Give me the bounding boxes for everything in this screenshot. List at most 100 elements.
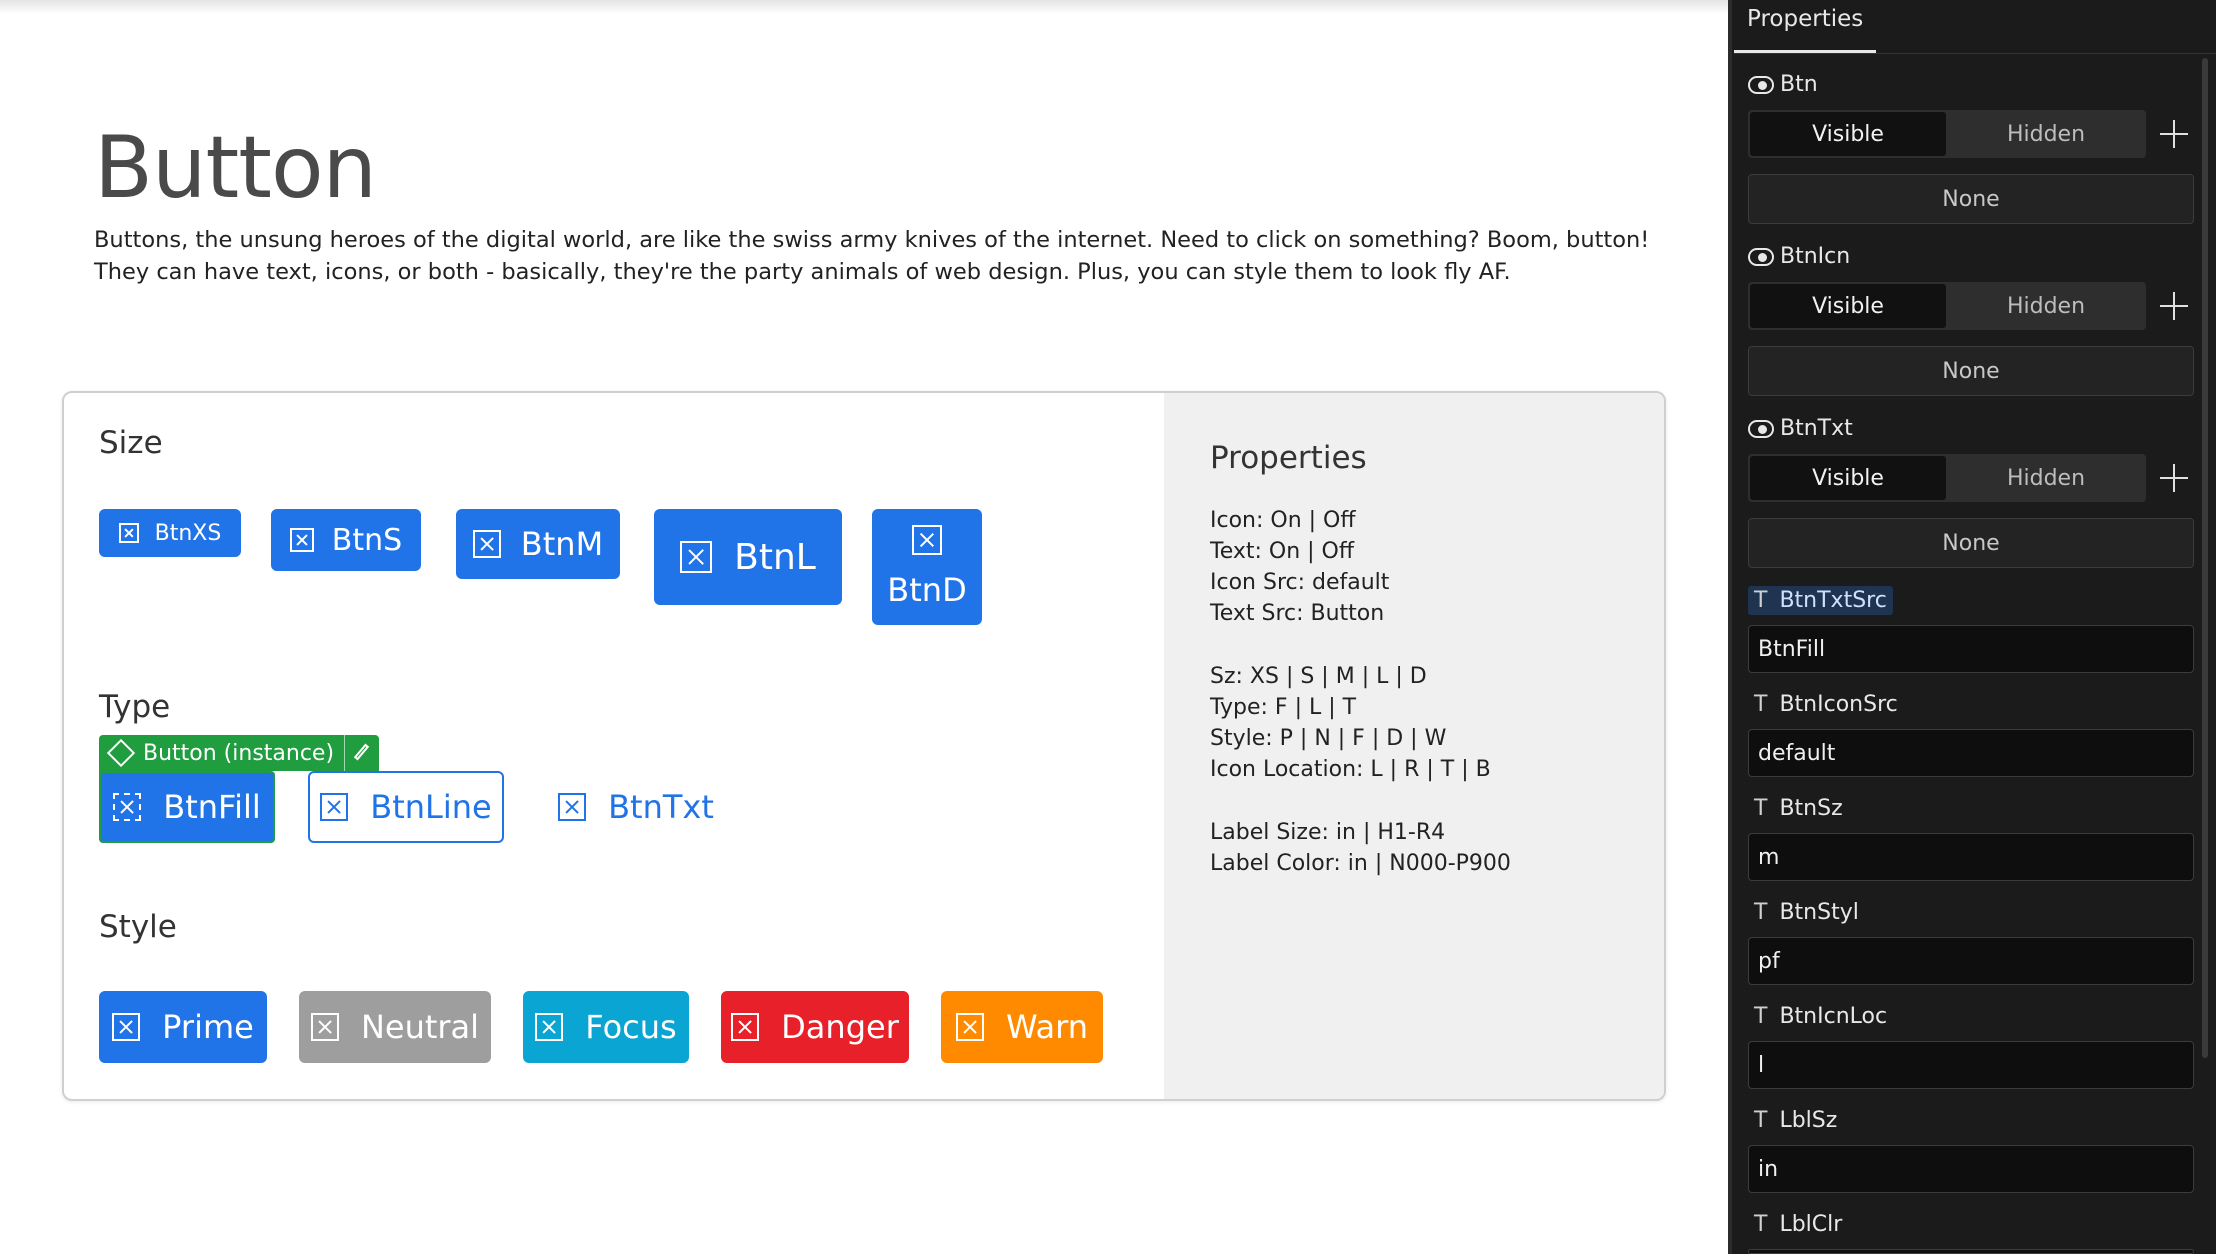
close-box-icon [310, 1013, 339, 1041]
btnstyl-input[interactable]: pf [1748, 937, 2194, 985]
close-box-icon [558, 793, 587, 821]
instance-badge-label: Button (instance) [143, 740, 335, 766]
btn-s-label: BtnS [331, 522, 403, 558]
panel-divider [1734, 53, 2216, 54]
close-box-icon [472, 530, 501, 558]
add-plus-icon[interactable] [2160, 120, 2188, 148]
prop-lblsz-label: T LblSz [1748, 1106, 1843, 1135]
card-properties-list-b: Sz: XS | S | M | L | D Type: F | L | T S… [1210, 661, 1491, 785]
panel-edge [1728, 0, 1732, 1254]
text-type-icon: T [1754, 796, 1768, 821]
prop-btnicn-label: BtnIcn [1748, 244, 1850, 269]
lblclr-input[interactable] [1748, 1249, 2194, 1254]
close-box-icon [535, 1013, 564, 1041]
btn-focus[interactable]: Focus [523, 991, 689, 1063]
visibility-toggle-icon [1748, 75, 1774, 94]
prop-line: Sz: XS | S | M | L | D [1210, 664, 1427, 689]
btn-fill[interactable]: BtnFill [99, 771, 275, 843]
btn-prime[interactable]: Prime [99, 991, 267, 1063]
tab-properties[interactable]: Properties [1747, 6, 1863, 32]
prop-line: Label Size: in | H1-R4 [1210, 820, 1446, 845]
card-properties-list-a: Icon: On | Off Text: On | Off Icon Src: … [1210, 505, 1389, 629]
add-plus-icon[interactable] [2160, 464, 2188, 492]
close-box-icon [731, 1013, 760, 1041]
close-box-icon [955, 1013, 984, 1041]
prop-btn-label: Btn [1748, 72, 1818, 97]
close-box-icon [320, 793, 349, 821]
prop-lblsz-name: LblSz [1779, 1108, 1838, 1133]
page-title: Button [94, 118, 377, 218]
btn-l[interactable]: BtnL [654, 509, 842, 605]
prop-line: Icon Src: default [1210, 570, 1390, 595]
btntxt-binding-field[interactable]: None [1748, 518, 2194, 568]
btn-fill-label: BtnFill [163, 788, 261, 826]
btn-warn-label: Warn [1005, 1008, 1089, 1046]
design-canvas[interactable]: Button Buttons, the unsung heroes of the… [0, 0, 1728, 1254]
btniconsrc-input[interactable]: default [1748, 729, 2194, 777]
properties-panel: Properties Btn Visible Hidden None BtnIc… [1728, 0, 2216, 1254]
prop-btnicnloc-label: T BtnIcnLoc [1748, 1002, 1893, 1031]
btn-line[interactable]: BtnLine [308, 771, 504, 843]
add-plus-icon[interactable] [2160, 292, 2188, 320]
btn-warn[interactable]: Warn [941, 991, 1103, 1063]
btn-s[interactable]: BtnS [271, 509, 421, 571]
prop-btnstyl-name: BtnStyl [1779, 900, 1859, 925]
btntxtsrc-input[interactable]: BtnFill [1748, 625, 2194, 673]
btn-binding-field[interactable]: None [1748, 174, 2194, 224]
btn-d-label: BtnD [887, 571, 967, 609]
prop-btnicnloc-name: BtnIcnLoc [1779, 1004, 1888, 1029]
prop-btniconsrc-label: T BtnIconSrc [1748, 690, 1904, 719]
btn-prime-label: Prime [162, 1008, 254, 1046]
btn-m[interactable]: BtnM [456, 509, 620, 579]
btn-visible-option[interactable]: Visible [1750, 112, 1946, 156]
btnicn-binding-field[interactable]: None [1748, 346, 2194, 396]
card-properties-title: Properties [1210, 440, 1367, 476]
btn-txt[interactable]: BtnTxt [546, 771, 726, 843]
btntxt-hidden-option[interactable]: Hidden [1948, 456, 2144, 500]
btn-danger-label: Danger [781, 1008, 899, 1046]
btntxt-visible-option[interactable]: Visible [1750, 456, 1946, 500]
prop-btnsz-name: BtnSz [1779, 796, 1843, 821]
close-box-icon [112, 1013, 141, 1041]
close-box-icon [680, 541, 713, 573]
prop-btntxt-name: BtnTxt [1780, 416, 1853, 441]
btntxt-visibility-segmented: Visible Hidden [1748, 454, 2146, 502]
edit-pencil-icon[interactable] [344, 735, 379, 771]
btn-neutral[interactable]: Neutral [299, 991, 491, 1063]
btn-d[interactable]: BtnD [872, 509, 982, 625]
canvas-top-shadow [0, 0, 1728, 14]
btnicn-hidden-option[interactable]: Hidden [1948, 284, 2144, 328]
prop-line: Style: P | N | F | D | W [1210, 726, 1447, 751]
prop-btn-name: Btn [1780, 72, 1818, 97]
btn-neutral-label: Neutral [360, 1008, 480, 1046]
btnsz-input[interactable]: m [1748, 833, 2194, 881]
text-type-icon: T [1754, 900, 1768, 925]
size-section-title: Size [99, 425, 163, 461]
close-box-icon [289, 528, 314, 552]
btn-xs[interactable]: BtnXS [99, 509, 241, 557]
visibility-toggle-icon [1748, 419, 1774, 438]
panel-scrollbar[interactable] [2202, 58, 2208, 1058]
btn-hidden-option[interactable]: Hidden [1948, 112, 2144, 156]
component-instance-icon [106, 738, 136, 768]
close-box-icon [912, 525, 942, 555]
prop-line: Text Src: Button [1210, 601, 1385, 626]
prop-btnstyl-label: T BtnStyl [1748, 898, 1865, 927]
prop-line: Icon Location: L | R | T | B [1210, 757, 1491, 782]
btn-l-label: BtnL [734, 536, 816, 578]
btn-xs-label: BtnXS [154, 520, 222, 546]
btnicn-visibility-segmented: Visible Hidden [1748, 282, 2146, 330]
card-properties-list-c: Label Size: in | H1-R4 Label Color: in |… [1210, 817, 1511, 879]
btn-focus-label: Focus [585, 1008, 677, 1046]
instance-badge[interactable]: Button (instance) [99, 735, 380, 771]
btn-danger[interactable]: Danger [721, 991, 909, 1063]
prop-btntxtsrc-label: T BtnTxtSrc [1748, 586, 1893, 615]
btnicn-visible-option[interactable]: Visible [1750, 284, 1946, 328]
prop-lblclr-label: T LblClr [1748, 1210, 1848, 1239]
prop-line: Text: On | Off [1210, 539, 1355, 564]
btnicnloc-input[interactable]: l [1748, 1041, 2194, 1089]
prop-btntxtsrc-name: BtnTxtSrc [1779, 588, 1887, 613]
lblsz-input[interactable]: in [1748, 1145, 2194, 1193]
text-type-icon: T [1754, 692, 1768, 717]
prop-line: Icon: On | Off [1210, 508, 1356, 533]
